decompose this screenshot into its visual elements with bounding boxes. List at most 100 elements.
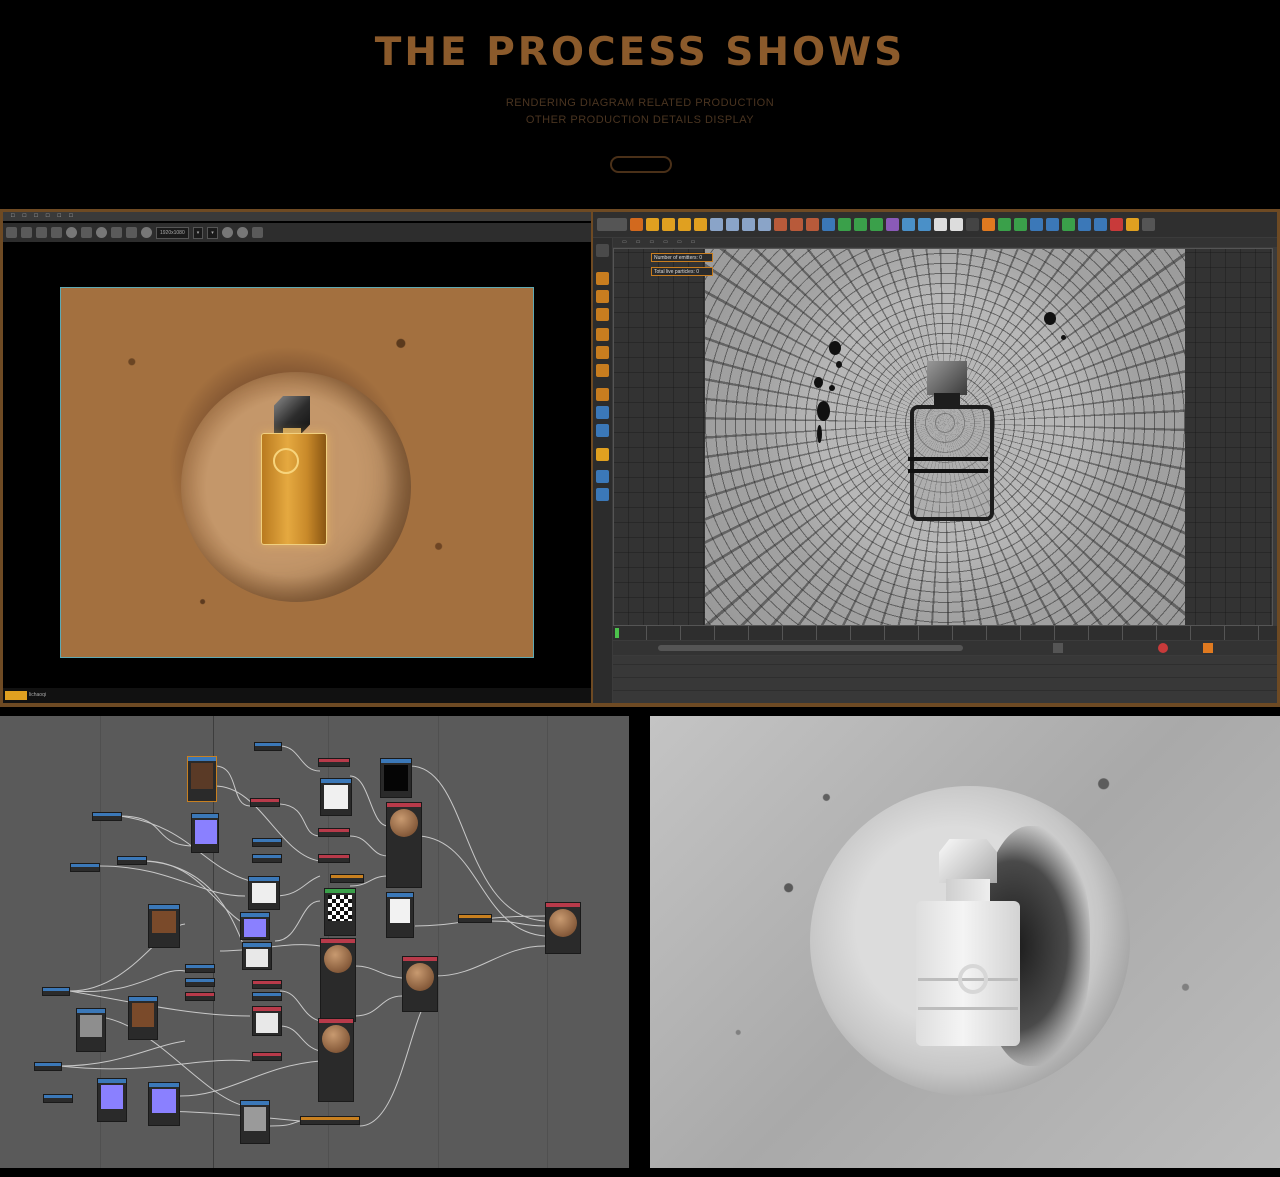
texture-node[interactable]	[252, 1006, 282, 1036]
zoom-field[interactable]: ▾	[192, 226, 204, 239]
tool-icon[interactable]	[1062, 218, 1075, 231]
render-view-icon[interactable]	[790, 218, 803, 231]
tool-icon[interactable]	[1126, 218, 1139, 231]
collapsed-node[interactable]	[254, 742, 282, 751]
menu-item[interactable]: □	[34, 213, 38, 219]
workplane-icon[interactable]	[596, 406, 609, 419]
texture-node[interactable]	[248, 876, 280, 910]
normal-map-node[interactable]	[148, 1082, 180, 1126]
keyframe-icon[interactable]	[1203, 643, 1213, 653]
menu-item[interactable]: □	[69, 213, 73, 219]
field-icon[interactable]	[902, 218, 915, 231]
texture-node[interactable]	[380, 758, 412, 798]
camera-icon[interactable]	[934, 218, 947, 231]
texture-node[interactable]	[187, 756, 217, 802]
menu-item[interactable]: □	[58, 213, 62, 219]
pause-icon[interactable]	[36, 227, 47, 238]
collapsed-node[interactable]	[458, 914, 492, 923]
collapsed-node[interactable]	[252, 838, 282, 847]
model-mode-icon[interactable]	[596, 272, 609, 285]
rotate-icon[interactable]	[694, 218, 707, 231]
polygons-mode-icon[interactable]	[596, 346, 609, 359]
collapsed-node[interactable]	[318, 828, 350, 837]
display-menu[interactable]: ▭	[649, 239, 654, 245]
material-node[interactable]	[402, 956, 438, 1012]
menu-item[interactable]: □	[23, 213, 27, 219]
tweak-icon[interactable]	[596, 488, 609, 501]
collapsed-node[interactable]	[70, 863, 100, 872]
collapsed-node[interactable]	[185, 992, 215, 1001]
tool-icon[interactable]	[1142, 218, 1155, 231]
tag-icon[interactable]	[982, 218, 995, 231]
collapsed-node[interactable]	[42, 987, 70, 996]
3d-viewport-wireframe[interactable]	[613, 248, 1273, 626]
region-icon[interactable]	[111, 227, 122, 238]
material-node[interactable]	[318, 1018, 354, 1102]
collapsed-node[interactable]	[252, 1052, 282, 1061]
mask-texture-node[interactable]	[324, 888, 356, 936]
exposure-field[interactable]: ▾	[207, 226, 218, 239]
pin-icon[interactable]	[141, 227, 152, 238]
texture-node[interactable]	[386, 892, 414, 938]
texture-node[interactable]	[148, 904, 180, 948]
filter-menu[interactable]: ▭	[677, 239, 682, 245]
normal-map-node[interactable]	[191, 813, 219, 853]
edges-mode-icon[interactable]	[596, 328, 609, 341]
timeline-playhead[interactable]	[615, 628, 619, 638]
pen-icon[interactable]	[838, 218, 851, 231]
record-icon[interactable]	[1158, 643, 1168, 653]
output-material-node[interactable]	[545, 902, 581, 954]
z-axis-icon[interactable]	[742, 218, 755, 231]
cube-icon[interactable]	[822, 218, 835, 231]
collapsed-node[interactable]	[318, 854, 350, 863]
scale-icon[interactable]	[662, 218, 675, 231]
frame-range-slider[interactable]	[658, 645, 963, 651]
mode-icon[interactable]	[596, 244, 609, 257]
lock-icon[interactable]	[81, 227, 92, 238]
collapsed-node[interactable]	[92, 812, 122, 821]
render-icon[interactable]	[774, 218, 787, 231]
collapsed-node[interactable]	[185, 978, 215, 987]
texture-node[interactable]	[320, 778, 352, 816]
collapsed-node[interactable]	[185, 964, 215, 973]
lock-icon[interactable]	[596, 424, 609, 437]
options-menu[interactable]: ▭	[663, 239, 668, 245]
collapsed-node[interactable]	[318, 758, 350, 767]
texture-node[interactable]	[76, 1008, 106, 1052]
square-icon[interactable]	[251, 227, 263, 238]
subdivision-icon[interactable]	[854, 218, 867, 231]
resolution-field[interactable]: 1920x1080	[156, 226, 189, 239]
normal-map-node[interactable]	[97, 1078, 127, 1122]
tweak-icon[interactable]	[596, 470, 609, 483]
x-axis-icon[interactable]	[710, 218, 723, 231]
collapsed-node[interactable]	[252, 992, 282, 1001]
collapsed-node[interactable]	[300, 1116, 360, 1125]
timeline-ruler[interactable]	[613, 626, 1277, 640]
circle-icon[interactable]	[236, 227, 248, 238]
menu-item[interactable]: □	[46, 213, 50, 219]
play-icon[interactable]	[1053, 643, 1063, 653]
collapsed-node[interactable]	[117, 856, 147, 865]
collapsed-node[interactable]	[330, 874, 364, 883]
collapsed-node[interactable]	[252, 980, 282, 989]
move-icon[interactable]	[630, 218, 643, 231]
menu-item[interactable]: □	[11, 213, 15, 219]
texture-node[interactable]	[242, 942, 272, 970]
axis-mode-icon[interactable]	[596, 364, 609, 377]
snap-icon[interactable]	[596, 388, 609, 401]
shader-node-editor[interactable]	[0, 716, 629, 1168]
collapsed-node[interactable]	[252, 854, 282, 863]
tool-icon[interactable]	[1094, 218, 1107, 231]
noise-texture-node[interactable]	[240, 1100, 270, 1144]
render-settings-icon[interactable]	[806, 218, 819, 231]
scene-icon[interactable]	[918, 218, 931, 231]
tool-icon[interactable]	[1078, 218, 1091, 231]
info-icon[interactable]	[1030, 218, 1043, 231]
texture-node[interactable]	[128, 996, 158, 1040]
region-icon[interactable]	[126, 227, 137, 238]
y-axis-icon[interactable]	[726, 218, 739, 231]
panel-menu[interactable]: ▭	[691, 239, 696, 245]
color-picker-icon[interactable]	[96, 227, 107, 238]
circle-icon[interactable]	[221, 227, 233, 238]
light-icon[interactable]	[950, 218, 963, 231]
